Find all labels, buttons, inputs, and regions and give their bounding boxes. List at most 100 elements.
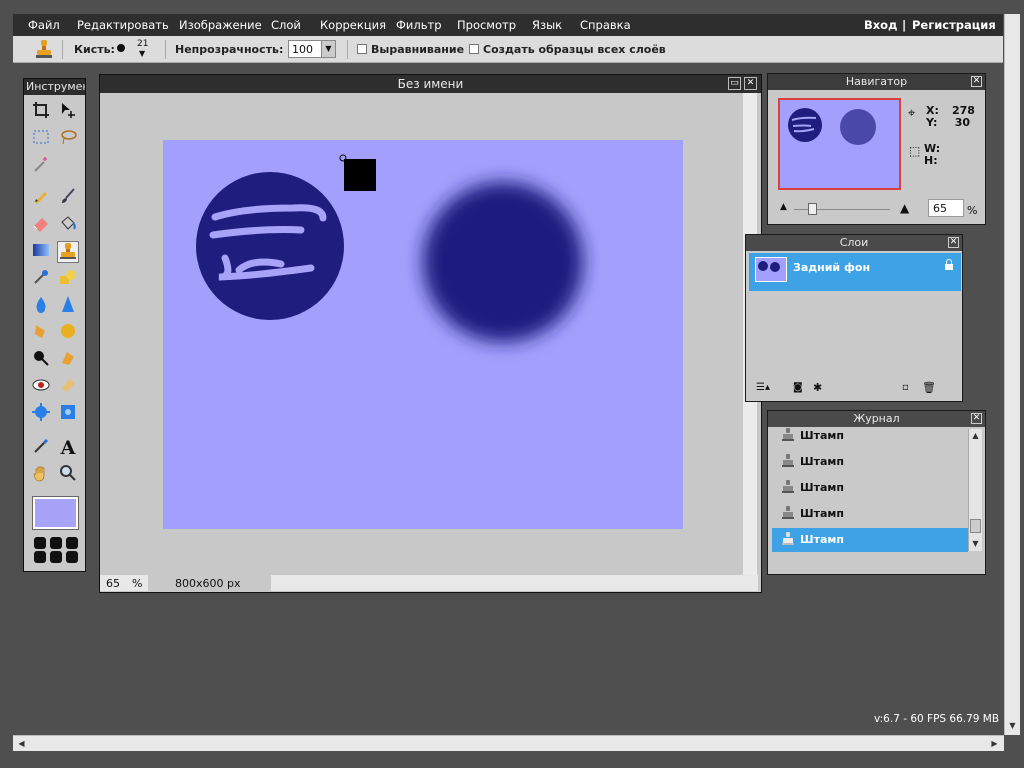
scroll-thumb[interactable] bbox=[970, 519, 981, 533]
close-icon[interactable]: ✕ bbox=[971, 413, 982, 424]
close-icon[interactable]: ✕ bbox=[744, 77, 757, 90]
login-link[interactable]: Вход bbox=[864, 18, 897, 32]
navigator-title: Навигатор bbox=[768, 74, 985, 90]
hand-icon[interactable] bbox=[30, 464, 52, 486]
history-item[interactable]: Штамп bbox=[772, 476, 968, 500]
pinch-icon[interactable] bbox=[57, 403, 79, 425]
crop-icon[interactable] bbox=[30, 101, 52, 123]
align-checkbox[interactable]: Выравнивание bbox=[357, 43, 464, 56]
brush-dropdown-icon[interactable]: ▼ bbox=[139, 49, 145, 58]
menu-edit[interactable]: Редактировать bbox=[77, 18, 169, 32]
menu-file[interactable]: Файл bbox=[28, 18, 60, 32]
foreground-color-swatch[interactable] bbox=[32, 496, 79, 530]
layer-styles-icon[interactable]: ✱ bbox=[813, 381, 822, 394]
zoom-in-icon[interactable]: ▲ bbox=[900, 201, 909, 215]
clone-stamp-icon bbox=[781, 453, 795, 469]
menu-view[interactable]: Просмотр bbox=[457, 18, 516, 32]
scroll-down-icon[interactable]: ▼ bbox=[1006, 719, 1019, 732]
clone-stamp-icon bbox=[781, 531, 795, 547]
dark-circle bbox=[196, 172, 344, 320]
image-canvas[interactable] bbox=[163, 140, 683, 529]
lock-icon bbox=[944, 259, 954, 271]
tools-title: Инструмент bbox=[24, 79, 85, 95]
maximize-icon[interactable]: ▭ bbox=[728, 77, 741, 90]
lasso-icon[interactable] bbox=[57, 128, 79, 150]
navigator-thumbnail[interactable] bbox=[778, 98, 901, 190]
register-link[interactable]: Регистрация bbox=[912, 18, 996, 32]
replace-color-icon[interactable] bbox=[30, 268, 52, 290]
burn-icon[interactable] bbox=[57, 349, 79, 371]
gradient-icon[interactable] bbox=[30, 241, 52, 263]
bucket-icon[interactable] bbox=[57, 214, 79, 236]
menu-bar: Файл Редактировать Изображение Слой Корр… bbox=[13, 14, 1003, 36]
chevron-down-icon[interactable]: ▼ bbox=[321, 41, 335, 57]
zoom-value[interactable]: 65 bbox=[106, 577, 120, 590]
scroll-left-icon[interactable]: ◀ bbox=[15, 737, 28, 750]
menu-filter[interactable]: Фильтр bbox=[396, 18, 442, 32]
navigator-panel: Навигатор ✕ ⌖ X: 278 Y: 30 ⬚ W: H: ▲ ▲ 6… bbox=[767, 73, 986, 225]
trash-icon[interactable]: 🗑 bbox=[922, 381, 936, 394]
sponge-icon[interactable] bbox=[57, 322, 79, 344]
menu-adjustments[interactable]: Коррекция bbox=[320, 18, 386, 32]
marquee-icon[interactable] bbox=[30, 128, 52, 150]
zoom-out-icon[interactable]: ▲ bbox=[780, 202, 787, 212]
clone-source-marker bbox=[339, 154, 347, 162]
color-picker-icon[interactable] bbox=[30, 437, 52, 459]
drawing-icon[interactable] bbox=[57, 268, 79, 290]
history-panel: Журнал ✕ Штамп Штамп Штамп Штамп Штамп ▲… bbox=[767, 410, 986, 575]
menu-image[interactable]: Изображение bbox=[179, 18, 262, 32]
layer-row[interactable]: Задний фон bbox=[749, 253, 961, 291]
eraser-icon[interactable] bbox=[30, 214, 52, 236]
color-grid[interactable] bbox=[33, 536, 79, 564]
crosshair-icon: ⌖ bbox=[908, 106, 916, 121]
dodge-icon[interactable] bbox=[30, 349, 52, 371]
scroll-right-icon[interactable]: ▶ bbox=[988, 737, 1001, 750]
sharpen-icon[interactable] bbox=[57, 295, 79, 317]
brush-cursor bbox=[344, 159, 376, 191]
scroll-up-icon[interactable]: ▲ bbox=[969, 429, 982, 442]
menu-help[interactable]: Справка bbox=[580, 18, 631, 32]
blur-icon[interactable] bbox=[30, 295, 52, 317]
page-horizontal-scrollbar[interactable]: ◀ ▶ bbox=[13, 735, 1004, 751]
page-vertical-scrollbar[interactable]: ▼ bbox=[1004, 14, 1020, 735]
new-layer-icon[interactable]: ▫ bbox=[902, 382, 909, 393]
history-item-selected[interactable]: Штамп bbox=[772, 528, 968, 552]
brush-icon[interactable] bbox=[57, 187, 79, 209]
opacity-select[interactable]: 100 ▼ bbox=[288, 40, 336, 58]
pencil-icon[interactable] bbox=[30, 187, 52, 209]
layer-settings-icon[interactable]: ☰▴ bbox=[756, 382, 770, 393]
history-scrollbar[interactable]: ▲ ▼ bbox=[968, 429, 982, 551]
menu-layer[interactable]: Слой bbox=[271, 18, 301, 32]
selection-size-icon: ⬚ bbox=[909, 144, 921, 158]
sample-all-layers-checkbox[interactable]: Создать образцы всех слоёв bbox=[469, 43, 666, 56]
document-title: Без имени bbox=[100, 75, 761, 93]
menu-separator: | bbox=[902, 18, 907, 32]
zoom-field[interactable]: 65 bbox=[928, 199, 964, 217]
smudge-icon[interactable] bbox=[30, 322, 52, 344]
history-item[interactable]: Штамп bbox=[772, 424, 968, 448]
layer-mask-icon[interactable]: ◙ bbox=[793, 382, 803, 393]
clone-stamp-icon[interactable] bbox=[57, 241, 79, 263]
type-icon[interactable]: A bbox=[57, 437, 79, 459]
clone-stamp-icon bbox=[35, 39, 53, 62]
history-item[interactable]: Штамп bbox=[772, 502, 968, 526]
image-size: 800x600 px bbox=[175, 577, 241, 590]
brush-size: 21 bbox=[137, 39, 149, 49]
layers-title: Слои bbox=[746, 235, 962, 251]
zoom-unit: % bbox=[132, 577, 143, 590]
history-item[interactable]: Штамп bbox=[772, 450, 968, 474]
zoom-icon[interactable] bbox=[57, 464, 79, 486]
brush-preview-icon[interactable] bbox=[117, 44, 125, 52]
bloat-icon[interactable] bbox=[30, 403, 52, 425]
wand-icon[interactable] bbox=[30, 155, 52, 177]
move-icon[interactable] bbox=[57, 101, 79, 123]
zoom-slider-handle[interactable] bbox=[808, 203, 817, 215]
menu-language[interactable]: Язык bbox=[532, 18, 562, 32]
redeye-icon[interactable] bbox=[30, 376, 52, 398]
close-icon[interactable]: ✕ bbox=[971, 76, 982, 87]
clone-stamp-icon bbox=[781, 505, 795, 521]
canvas-art bbox=[196, 154, 583, 342]
close-icon[interactable]: ✕ bbox=[948, 237, 959, 248]
scroll-down-icon[interactable]: ▼ bbox=[969, 537, 982, 550]
spot-heal-icon[interactable] bbox=[57, 376, 79, 398]
